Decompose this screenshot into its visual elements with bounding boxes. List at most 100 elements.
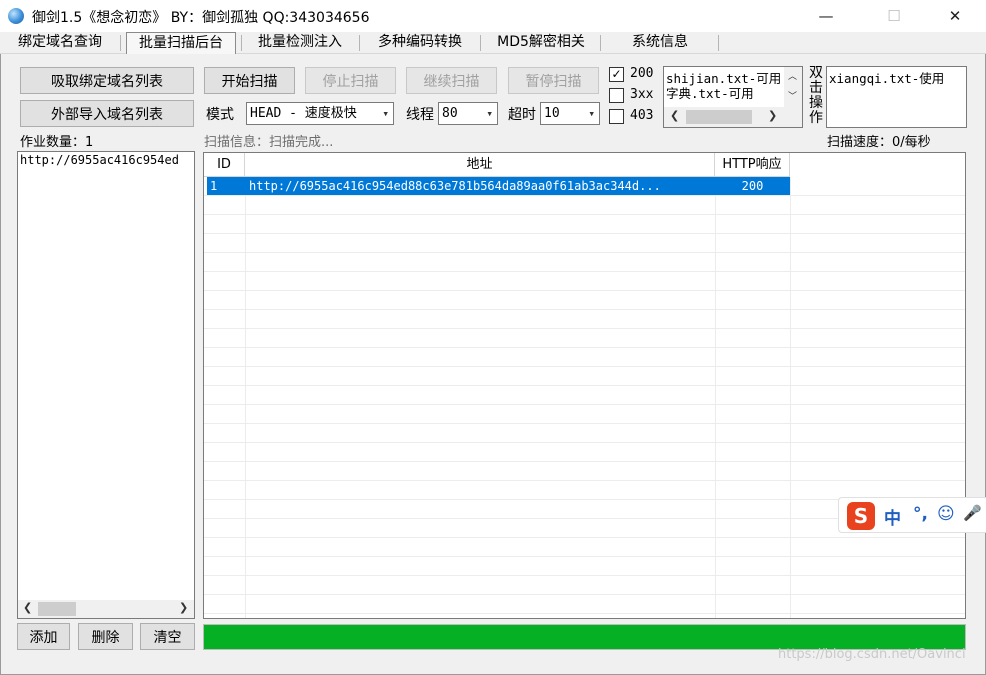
pause-scan-button[interactable]: 暂停扫描 (508, 67, 599, 94)
column-header-url[interactable]: 地址 (245, 153, 715, 177)
column-header-id[interactable]: ID (204, 153, 245, 177)
tab-separator (480, 35, 481, 51)
tab-batch-sql-injection[interactable]: 批量检测注入 (246, 32, 354, 54)
grid-line (204, 613, 965, 614)
scan-progress-fill (204, 625, 965, 649)
grid-line (204, 404, 965, 405)
close-button[interactable]: ✕ (932, 0, 978, 32)
grid-line (204, 271, 965, 272)
grid-line (204, 423, 965, 424)
domain-list-box[interactable]: http://6955ac416c954ed ❮ ❯ (17, 151, 195, 619)
window-title: 御剑1.5《想念初恋》 BY：御剑孤独 QQ:343034656 (32, 10, 370, 26)
selected-dictionary-item[interactable]: xiangqi.txt-使用 (829, 68, 944, 87)
grid-line (715, 177, 716, 618)
tab-batch-scan-admin[interactable]: 批量扫描后台 (126, 32, 236, 54)
domain-list-hscrollbar[interactable]: ❮ ❯ (18, 600, 194, 618)
ime-emoji-icon[interactable]: ☺ (937, 504, 955, 524)
domain-list-item[interactable]: http://6955ac416c954ed (20, 153, 179, 167)
scroll-down-icon[interactable]: ﹀ (788, 89, 797, 102)
import-domain-list-button[interactable]: 外部导入域名列表 (20, 100, 194, 127)
scroll-right-icon[interactable]: ❯ (768, 109, 777, 122)
grid-line (204, 461, 965, 462)
dictionary-vscrollbar[interactable]: ︿ ﹀ (784, 67, 802, 107)
tab-md5-decrypt[interactable]: MD5解密相关 (486, 32, 596, 54)
start-scan-button[interactable]: 开始扫描 (204, 67, 295, 94)
tab-encoding-convert[interactable]: 多种编码转换 (365, 32, 475, 54)
ime-language-toggle[interactable]: 中 (884, 504, 901, 529)
grid-line (204, 594, 965, 595)
grid-line (204, 214, 965, 215)
clear-button[interactable]: 清空 (140, 623, 195, 650)
grid-line (204, 556, 965, 557)
chevron-down-icon: ▾ (486, 107, 493, 120)
grid-line (204, 385, 965, 386)
resume-scan-button[interactable]: 继续扫描 (406, 67, 497, 94)
timeout-label: 超时 (508, 107, 536, 123)
scan-speed-label: 扫描速度：0/每秒 (827, 135, 931, 150)
grid-line (204, 252, 965, 253)
filter-403-label: 403 (630, 108, 654, 123)
tab-domain-lookup[interactable]: 绑定域名查询 (6, 32, 114, 54)
ime-toolbar[interactable]: S 中 °, ☺ 🎤 (838, 497, 986, 533)
grid-line (204, 347, 965, 348)
maximize-button[interactable]: ☐ (871, 0, 917, 32)
scan-info-label: 扫描信息：扫描完成... (204, 135, 334, 150)
sogou-logo-icon[interactable]: S (847, 502, 875, 530)
delete-button[interactable]: 删除 (78, 623, 133, 650)
grid-line (204, 290, 965, 291)
tab-separator (120, 35, 121, 51)
filter-200-checkbox[interactable]: ✓ (609, 67, 624, 82)
ime-punctuation-toggle[interactable]: °, (913, 504, 928, 524)
tab-separator (241, 35, 242, 51)
tab-system-info[interactable]: 系统信息 (605, 32, 715, 54)
column-header-http-response[interactable]: HTTP响应 (715, 153, 790, 177)
threads-label: 线程 (406, 107, 434, 123)
grid-line (204, 195, 965, 196)
minimize-button[interactable]: — (803, 0, 849, 32)
job-count-label: 作业数量：1 (20, 135, 94, 150)
filter-3xx-label: 3xx (630, 87, 654, 102)
dictionary-list-box[interactable]: shijian.txt-可用 字典.txt-可用 ︿ ﹀ ❮ ❯ (663, 66, 803, 128)
scroll-left-icon[interactable]: ❮ (670, 109, 679, 122)
timeout-select-value: 10 (544, 106, 560, 121)
grid-line (204, 309, 965, 310)
chevron-down-icon: ▾ (588, 107, 595, 120)
scroll-thumb[interactable] (38, 602, 76, 616)
absorb-domain-list-button[interactable]: 吸取绑定域名列表 (20, 67, 194, 94)
title-bar: 御剑1.5《想念初恋》 BY：御剑孤独 QQ:343034656 — ☐ ✕ (0, 0, 986, 32)
dictionary-hscrollbar[interactable]: ❮ ❯ (664, 107, 802, 127)
filter-403-checkbox[interactable] (609, 109, 624, 124)
dictionary-item[interactable]: 字典.txt-可用 (666, 83, 754, 102)
add-button[interactable]: 添加 (17, 623, 70, 650)
tab-separator (718, 35, 719, 51)
grid-line (790, 177, 791, 618)
row-http-code-cell: 200 (741, 179, 764, 193)
app-globe-icon (8, 8, 24, 24)
grid-line (204, 442, 965, 443)
mode-select-value: HEAD - 速度极快 (250, 106, 357, 121)
grid-line (245, 177, 246, 618)
grid-line (204, 537, 965, 538)
scroll-thumb[interactable] (686, 110, 752, 124)
results-table[interactable]: ID 地址 HTTP响应 1 http://6955ac416c954ed88c… (203, 152, 966, 619)
scroll-left-icon[interactable]: ❮ (23, 601, 32, 614)
threads-select-value: 80 (442, 106, 458, 121)
timeout-select[interactable]: 10 ▾ (540, 102, 600, 125)
ime-microphone-icon[interactable]: 🎤 (963, 504, 982, 522)
mode-label: 模式 (206, 107, 234, 123)
filter-200-label: 200 (630, 66, 654, 81)
chevron-down-icon: ▾ (382, 107, 389, 120)
watermark-text: https://blog.csdn.net/Oavinci (778, 647, 966, 662)
scroll-up-icon[interactable]: ︿ (788, 69, 797, 82)
scroll-right-icon[interactable]: ❯ (179, 601, 188, 614)
stop-scan-button[interactable]: 停止扫描 (305, 67, 396, 94)
double-click-label: 双击操作 (809, 65, 823, 126)
filter-3xx-checkbox[interactable] (609, 88, 624, 103)
threads-select[interactable]: 80 ▾ (438, 102, 498, 125)
tab-separator (359, 35, 360, 51)
mode-select[interactable]: HEAD - 速度极快 ▾ (246, 102, 394, 125)
grid-line (204, 480, 965, 481)
selected-dictionary-box[interactable]: xiangqi.txt-使用 (826, 66, 967, 128)
row-id-cell: 1 (210, 179, 218, 193)
grid-line (204, 575, 965, 576)
